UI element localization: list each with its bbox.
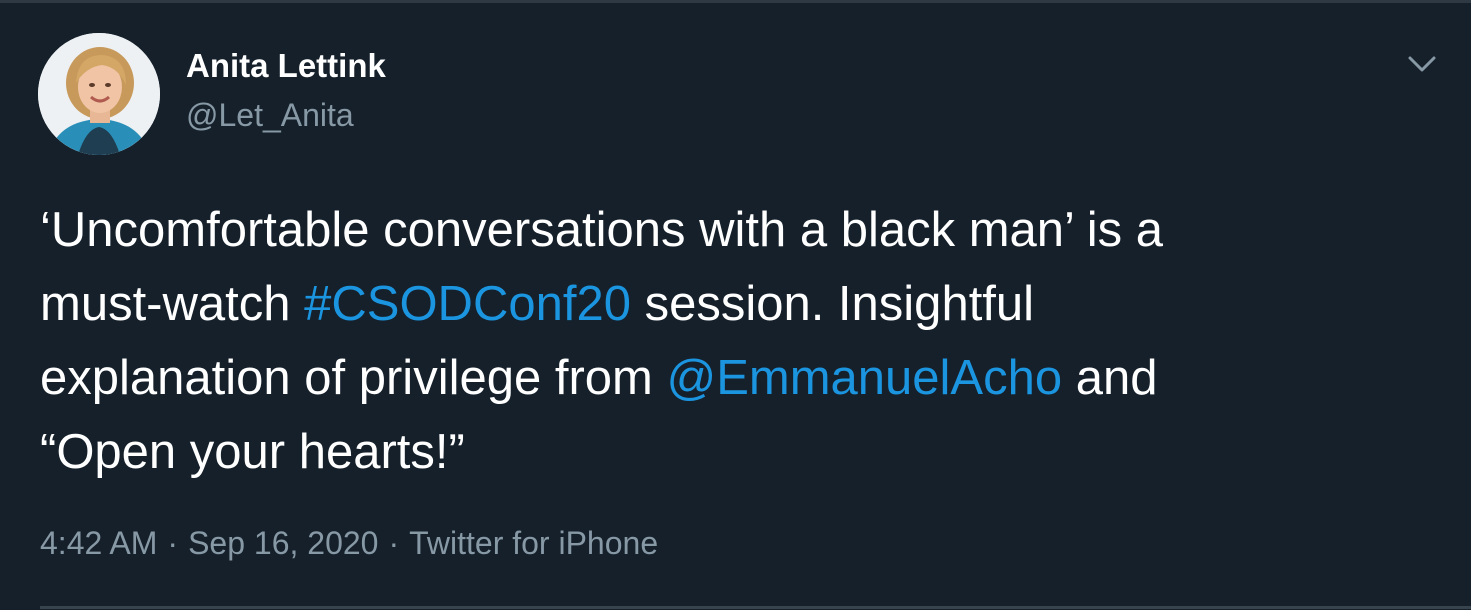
divider — [40, 606, 1471, 609]
meta-separator: · — [388, 525, 400, 561]
avatar[interactable] — [38, 33, 160, 155]
tweet-text-line: ‘Uncomfortable conversations with a blac… — [40, 193, 1340, 267]
tweet-date[interactable]: Sep 16, 2020 — [188, 525, 378, 561]
tweet-text-line: “Open your hearts!” — [40, 415, 1340, 489]
tweet-text: ‘Uncomfortable conversations with a blac… — [40, 193, 1340, 489]
tweet-text-line: explanation of privilege from @EmmanuelA… — [40, 341, 1340, 415]
chevron-down-icon[interactable] — [1402, 49, 1442, 79]
tweet-text-segment: session. Insightful — [630, 277, 1035, 331]
meta-separator: · — [167, 525, 179, 561]
tweet-meta: 4:42 AM · Sep 16, 2020 · Twitter for iPhone — [40, 525, 658, 562]
tweet-text-line: must-watch #CSODConf20 session. Insightf… — [40, 267, 1340, 341]
tweet-text-segment: explanation of privilege from — [40, 351, 667, 405]
tweet-time[interactable]: 4:42 AM — [40, 525, 157, 561]
avatar-image — [38, 33, 160, 155]
tweet-source[interactable]: Twitter for iPhone — [409, 525, 658, 561]
author-name[interactable]: Anita Lettink — [186, 47, 386, 85]
tweet-text-segment: and — [1062, 351, 1158, 405]
mention-link[interactable]: @EmmanuelAcho — [666, 351, 1062, 405]
tweet-text-segment: must-watch — [40, 277, 305, 331]
tweet-text-segment: “Open your hearts!” — [40, 425, 465, 479]
author-handle[interactable]: @Let_Anita — [186, 97, 354, 134]
tweet-text-segment: ‘Uncomfortable conversations with a blac… — [40, 203, 1163, 257]
hashtag-link[interactable]: #CSODConf20 — [304, 277, 631, 331]
tweet-card: Anita Lettink @Let_Anita ‘Uncomfortable … — [0, 0, 1471, 610]
